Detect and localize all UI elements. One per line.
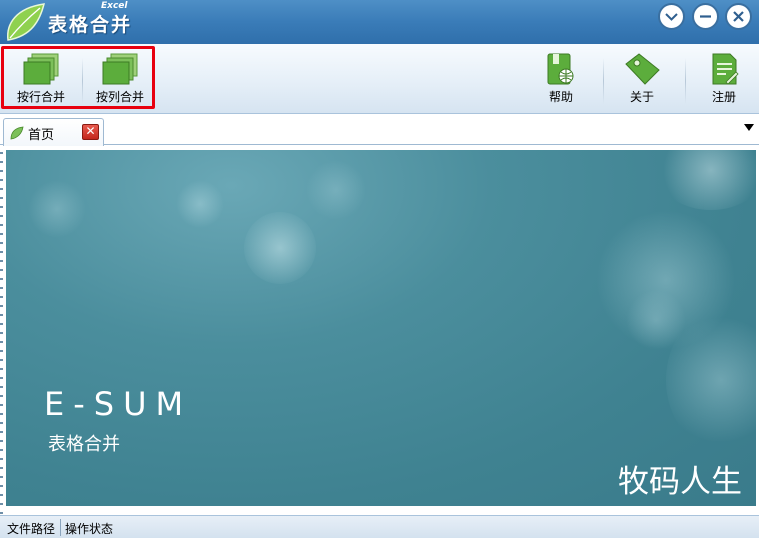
chevron-down-icon[interactable] bbox=[658, 3, 685, 30]
bokeh-light bbox=[28, 180, 86, 238]
tab-bar: 首页 ✕ bbox=[0, 115, 759, 146]
close-icon[interactable] bbox=[725, 3, 752, 30]
leaf-icon bbox=[10, 126, 24, 140]
title-bar[interactable]: Excel 表格合并 bbox=[0, 0, 759, 44]
help-button[interactable]: 帮助 bbox=[526, 52, 596, 108]
tag-icon bbox=[625, 53, 660, 85]
about-button[interactable]: 关于 bbox=[607, 52, 677, 108]
tab-list-dropdown-icon[interactable] bbox=[744, 124, 754, 131]
tab-label: 首页 bbox=[28, 128, 55, 143]
bokeh-light bbox=[244, 212, 316, 284]
brand-name: E-SUM bbox=[44, 385, 193, 423]
file-path-status: 文件路径 bbox=[7, 522, 56, 536]
leaf-logo-icon bbox=[7, 3, 45, 41]
highlight-annotation-box bbox=[1, 46, 155, 109]
toolbar-separator bbox=[685, 58, 686, 104]
tab-home[interactable]: 首页 ✕ bbox=[3, 118, 104, 146]
minimize-icon[interactable] bbox=[692, 3, 719, 30]
about-label: 关于 bbox=[629, 90, 654, 104]
brand-subtitle: 表格合并 bbox=[48, 434, 120, 455]
document-edit-icon bbox=[712, 53, 739, 85]
status-bar: 文件路径 操作状态 bbox=[0, 515, 759, 538]
brand-author: 牧码人生 bbox=[618, 464, 742, 500]
help-book-icon bbox=[547, 53, 574, 85]
app-title: 表格合并 bbox=[48, 14, 133, 36]
register-button[interactable]: 注册 bbox=[689, 52, 759, 108]
splash-panel: E-SUM 表格合并 牧码人生 bbox=[6, 150, 756, 506]
bokeh-light bbox=[306, 160, 366, 220]
left-edge-strip bbox=[0, 145, 3, 515]
register-label: 注册 bbox=[711, 90, 736, 104]
help-label: 帮助 bbox=[548, 90, 573, 104]
toolbar-separator bbox=[603, 58, 604, 104]
status-separator bbox=[60, 519, 61, 536]
operation-status: 操作状态 bbox=[65, 522, 114, 536]
bokeh-light bbox=[626, 290, 686, 350]
tab-close-icon[interactable]: ✕ bbox=[82, 124, 99, 140]
bokeh-light bbox=[656, 150, 756, 210]
bokeh-light bbox=[176, 180, 224, 228]
